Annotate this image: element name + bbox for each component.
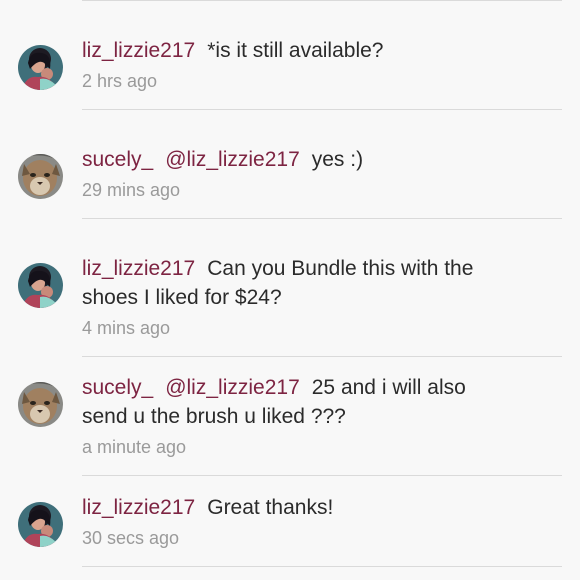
comment-text: *is it still available?: [207, 39, 384, 62]
mention-link[interactable]: @liz_lizzie217: [165, 148, 300, 171]
divider: [82, 356, 562, 357]
divider: [82, 0, 562, 1]
comment-timestamp: a minute ago: [82, 437, 187, 457]
comment-timestamp: 4 mins ago: [82, 318, 171, 338]
username-link[interactable]: liz_lizzie217: [82, 496, 195, 519]
divider: [82, 218, 562, 219]
comment-text: 25 and i will also: [311, 376, 466, 399]
comment-text-continued: send u the brush u liked ???: [82, 405, 346, 428]
comment-timestamp: 30 secs ago: [82, 528, 180, 548]
divider: [82, 109, 562, 110]
cougar-avatar[interactable]: [18, 382, 63, 427]
woman-portrait-avatar[interactable]: [18, 502, 63, 547]
comment-list: liz_lizzie217 *is it still available? 2 h…: [0, 0, 580, 580]
username-link[interactable]: liz_lizzie217: [82, 257, 195, 280]
username-link[interactable]: sucely_: [82, 148, 153, 171]
comment-timestamp: 2 hrs ago: [82, 71, 158, 91]
woman-portrait-avatar[interactable]: [18, 45, 63, 90]
username-link[interactable]: liz_lizzie217: [82, 39, 195, 62]
comment-text: Great thanks!: [207, 496, 334, 519]
comment-text: yes :): [311, 148, 364, 171]
cougar-avatar[interactable]: [18, 154, 63, 199]
username-link[interactable]: sucely_: [82, 376, 153, 399]
woman-portrait-avatar[interactable]: [18, 263, 63, 308]
comment-text: Can you Bundle this with the: [207, 257, 474, 280]
comment-timestamp: 29 mins ago: [82, 180, 181, 200]
divider: [82, 475, 562, 476]
divider: [82, 566, 562, 567]
mention-link[interactable]: @liz_lizzie217: [165, 376, 300, 399]
comment-text-continued: shoes I liked for $24?: [82, 286, 282, 309]
